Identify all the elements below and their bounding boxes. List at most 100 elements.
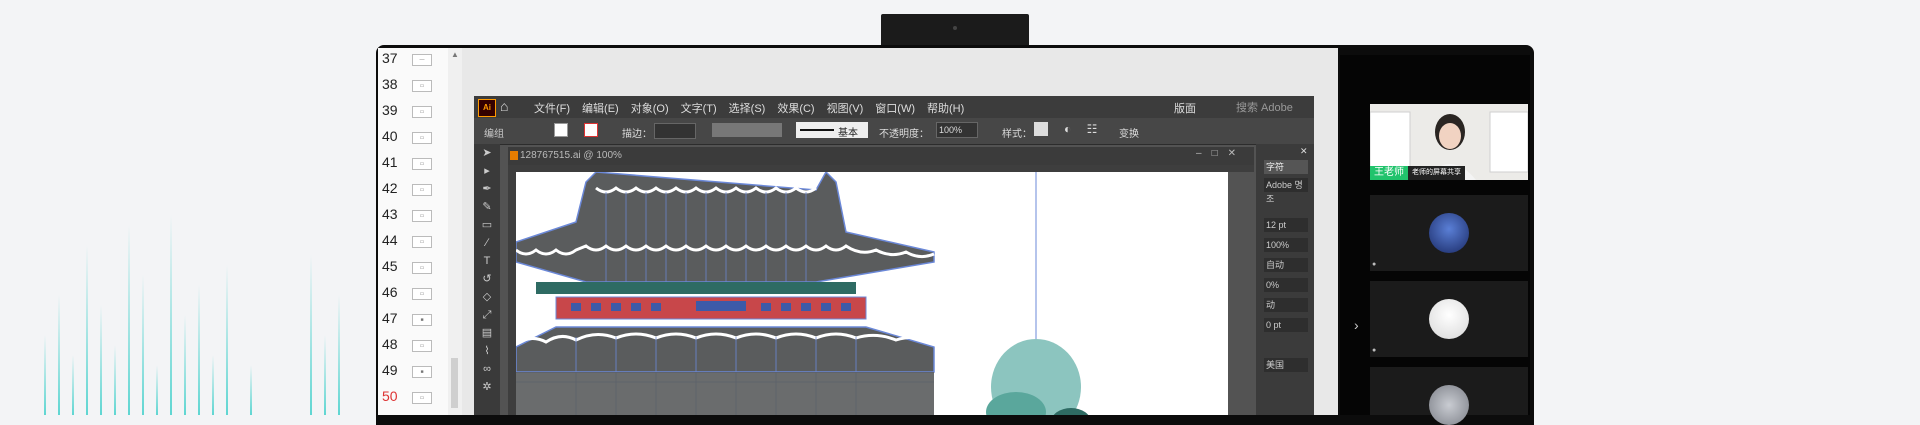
selection-tool-icon[interactable]: ➤ bbox=[474, 144, 500, 162]
slide-thumbnail: ▭ bbox=[412, 184, 432, 196]
slide-item-active[interactable]: 50 ▭ bbox=[378, 388, 448, 414]
document-tab[interactable]: 128767515.ai @ 100% –□✕ bbox=[508, 147, 1254, 165]
language-field[interactable]: 美国 bbox=[1264, 358, 1308, 372]
gradient-tool-icon[interactable]: ▤ bbox=[474, 324, 500, 342]
character-panel: ✕ 字符 Adobe 명조 12 pt 100% 自动 0% 动 0 pt 美国 bbox=[1256, 144, 1314, 415]
scrollbar-thumb[interactable] bbox=[451, 358, 458, 408]
stroke-weight-input[interactable] bbox=[654, 123, 696, 139]
mic-icon: ● bbox=[1372, 347, 1377, 354]
slide-thumbnail: ▭ bbox=[412, 210, 432, 222]
brush-tool-icon[interactable]: ∕ bbox=[474, 234, 500, 252]
slide-thumbnail: ▭ bbox=[412, 288, 432, 300]
student-video-3[interactable] bbox=[1370, 367, 1528, 425]
fill-swatch[interactable] bbox=[554, 123, 568, 137]
menu-window[interactable]: 窗口(W) bbox=[875, 100, 915, 116]
monitor-camera bbox=[881, 14, 1029, 48]
rectangle-tool-icon[interactable]: ▭ bbox=[474, 216, 500, 234]
tracking-field[interactable]: 0% bbox=[1264, 278, 1308, 292]
menu-object[interactable]: 对象(O) bbox=[631, 100, 669, 116]
student-video-1[interactable]: ● bbox=[1370, 195, 1528, 271]
font-size-field[interactable]: 12 pt bbox=[1264, 218, 1308, 232]
stroke-preview bbox=[800, 129, 834, 131]
menu-help[interactable]: 帮助(H) bbox=[927, 100, 964, 116]
transform-button[interactable]: 变换 bbox=[1119, 125, 1139, 140]
eraser-tool-icon[interactable]: ◇ bbox=[474, 288, 500, 306]
slide-item[interactable]: 47 ■ bbox=[378, 310, 448, 336]
slide-item[interactable]: 41 ▭ bbox=[378, 154, 448, 180]
slide-item[interactable]: 43 ▭ bbox=[378, 206, 448, 232]
slide-item[interactable]: 46 ▭ bbox=[378, 284, 448, 310]
selection-type-label: 编组 bbox=[484, 129, 504, 140]
slide-item[interactable]: 42 ▭ bbox=[378, 180, 448, 206]
slide-item[interactable]: 49 ■ bbox=[378, 362, 448, 388]
panel-close-icon[interactable]: ✕ bbox=[1300, 146, 1308, 157]
expand-chevron-icon[interactable]: › bbox=[1354, 317, 1359, 333]
scroll-up-icon[interactable]: ▲ bbox=[451, 50, 459, 59]
stroke-label: 描边： bbox=[622, 129, 652, 140]
brush-definition-select[interactable]: 基本 bbox=[796, 122, 868, 139]
control-bar: 编组 描边： 基本 不透明度： 100% 样式： ◐ ☷ 变换 bbox=[474, 118, 1314, 145]
search-field[interactable]: 搜索 Adobe bbox=[1236, 99, 1293, 115]
slide-thumbnail: ■ bbox=[412, 366, 432, 378]
menu-items: 文件(F) 编辑(E) 对象(O) 文字(T) 选择(S) 效果(C) 视图(V… bbox=[534, 100, 964, 116]
slide-scrollbar[interactable]: ▲ bbox=[448, 48, 463, 415]
slide-thumbnail: ▭ bbox=[412, 236, 432, 248]
variable-width-profile[interactable] bbox=[712, 123, 782, 137]
menu-file[interactable]: 文件(F) bbox=[534, 100, 570, 116]
slide-item[interactable]: 37— bbox=[378, 50, 448, 76]
blend-tool-icon[interactable]: ∞ bbox=[474, 360, 500, 378]
scale-tool-icon[interactable]: ⤢ bbox=[474, 306, 500, 324]
stroke-swatch[interactable] bbox=[584, 123, 598, 137]
sound-bars-decoration bbox=[44, 215, 340, 415]
teacher-video[interactable]: 王老师 老师的屏幕共享 bbox=[1369, 104, 1529, 180]
direct-selection-tool-icon[interactable]: ▸ bbox=[474, 162, 500, 180]
slide-thumbnail: ■ bbox=[412, 314, 432, 326]
class-video-sidebar: › 王老师 老师的屏幕共享 ● ● bbox=[1340, 55, 1530, 425]
ai-file-icon bbox=[510, 151, 518, 160]
window-controls[interactable]: –□✕ bbox=[1196, 148, 1246, 159]
opacity-input[interactable]: 100% bbox=[936, 122, 978, 138]
slide-item[interactable]: 39 ▭ bbox=[378, 102, 448, 128]
document-title: 128767515.ai @ 100% bbox=[520, 150, 622, 161]
rotate-tool-icon[interactable]: ↺ bbox=[474, 270, 500, 288]
pen-tool-icon[interactable]: ✒ bbox=[474, 180, 500, 198]
menu-edit[interactable]: 编辑(E) bbox=[582, 100, 619, 116]
workspace-switcher[interactable]: 版面 bbox=[1174, 100, 1196, 116]
slide-thumbnail: ▭ bbox=[412, 392, 432, 404]
baseline-field[interactable]: 0 pt bbox=[1264, 318, 1308, 332]
artboard[interactable] bbox=[516, 172, 1228, 415]
teacher-label: 王老师 老师的屏幕共享 bbox=[1370, 166, 1465, 180]
slide-thumbnail-panel: 37— 38 ▭ 39 ▭ 40 ▭ 41 ▭ 42 ▭ 43 ▭ 44 ▭ 45 ▭ 46 ▭ … bbox=[378, 48, 449, 415]
slide-thumbnail: ▭ bbox=[412, 158, 432, 170]
menu-view[interactable]: 视图(V) bbox=[827, 100, 864, 116]
slide-item[interactable]: 44 ▭ bbox=[378, 232, 448, 258]
align-icons[interactable]: ◐ ☷ bbox=[1064, 122, 1103, 136]
home-icon[interactable]: ⌂ bbox=[500, 98, 508, 114]
avatar bbox=[1429, 213, 1469, 253]
slide-content: Ai ⌂ 文件(F) 编辑(E) 对象(O) 文字(T) 选择(S) 效果(C)… bbox=[462, 48, 1338, 415]
avatar bbox=[1429, 385, 1469, 425]
eyedropper-tool-icon[interactable]: ⌇ bbox=[474, 342, 500, 360]
student-video-2[interactable]: ● bbox=[1370, 281, 1528, 357]
symbol-tool-icon[interactable]: ✲ bbox=[474, 378, 500, 396]
mic-icon: ● bbox=[1372, 261, 1377, 268]
menu-select[interactable]: 选择(S) bbox=[729, 100, 766, 116]
pencil-tool-icon[interactable]: ✎ bbox=[474, 198, 500, 216]
slide-thumbnail: ▭ bbox=[412, 340, 432, 352]
upper-roof bbox=[516, 172, 935, 283]
menu-effect[interactable]: 效果(C) bbox=[777, 100, 814, 116]
font-family-field[interactable]: Adobe 명조 bbox=[1264, 178, 1308, 204]
screen-share-status: 老师的屏幕共享 bbox=[1408, 166, 1465, 180]
slide-item[interactable]: 40 ▭ bbox=[378, 128, 448, 154]
type-tool-icon[interactable]: T bbox=[474, 252, 500, 270]
slide-item[interactable]: 38 ▭ bbox=[378, 76, 448, 102]
panel-tab-character[interactable]: 字符 bbox=[1264, 160, 1308, 174]
slide-item[interactable]: 45 ▭ bbox=[378, 258, 448, 284]
horizontal-scale-field[interactable]: 100% bbox=[1264, 238, 1308, 252]
leading-field[interactable]: 自动 bbox=[1264, 258, 1308, 272]
slide-item[interactable]: 48 ▭ bbox=[378, 336, 448, 362]
slide-thumbnail: — bbox=[412, 54, 432, 66]
menu-type[interactable]: 文字(T) bbox=[681, 100, 717, 116]
kerning-field[interactable]: 动 bbox=[1264, 298, 1308, 312]
graphic-style-swatch[interactable] bbox=[1034, 122, 1048, 136]
